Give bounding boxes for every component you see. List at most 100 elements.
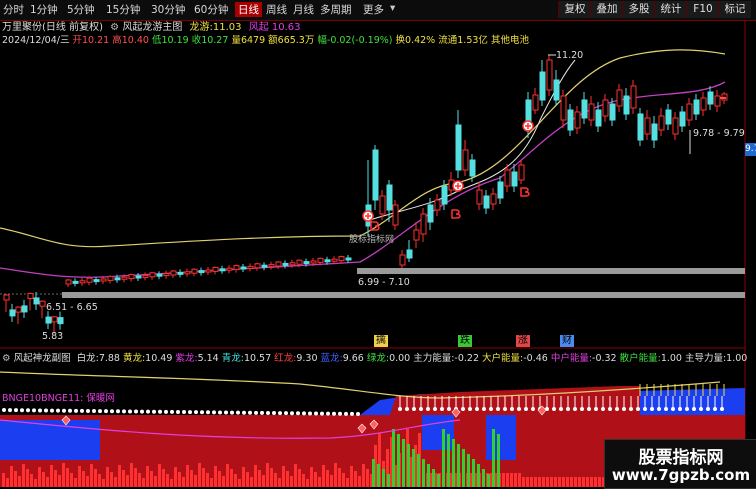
sub-white-dot <box>573 407 577 411</box>
sub-white-dot <box>314 411 318 416</box>
sub-white-dot <box>128 409 132 414</box>
sub-white-dot <box>296 411 300 416</box>
sub-white-dot <box>531 407 535 411</box>
candle-body <box>518 164 525 181</box>
sub-white-dot <box>552 407 556 411</box>
sub-volume-bar <box>278 478 281 487</box>
sub-white-dot <box>692 407 696 411</box>
sub-white-dot <box>146 409 150 414</box>
sub-volume-bar <box>130 463 133 487</box>
watermark-box: 股票指标网 www.7gpzb.com <box>604 439 756 489</box>
candle-body <box>21 305 28 313</box>
candle-body <box>644 117 651 135</box>
sub-volume-bar <box>146 466 149 487</box>
range-left-label: 6.51 - 6.65 <box>46 302 98 313</box>
candle-body <box>142 274 149 278</box>
candle-body <box>33 297 40 305</box>
candle-body <box>128 274 135 280</box>
candle-body <box>693 99 700 115</box>
sub-volume-bar <box>14 471 17 487</box>
sub-volume-bar <box>314 472 317 487</box>
candle-body <box>546 59 553 91</box>
sub-white-dot <box>559 407 563 411</box>
sub-green-bar <box>487 474 490 487</box>
sub-white-dot <box>664 407 668 411</box>
sub-white-dot <box>433 407 437 411</box>
sub-white-dot <box>629 407 633 411</box>
sub-white-dot <box>426 407 430 411</box>
sub-volume-bar <box>574 477 577 487</box>
candle-body <box>532 94 539 111</box>
sub-volume-bar <box>26 469 29 487</box>
sub-white-dot <box>116 409 120 414</box>
sub-white-dot <box>98 409 102 414</box>
sub-volume-bar <box>226 464 229 487</box>
sub-volume-bar <box>18 476 21 487</box>
sub-green-bar <box>472 459 475 487</box>
sub-green-bar <box>422 459 425 487</box>
candle-body <box>219 268 226 272</box>
candle-body <box>574 111 581 129</box>
sub-volume-bar <box>306 479 309 487</box>
candle-body <box>651 123 658 141</box>
sub-volume-bar <box>150 471 153 487</box>
sub-green-bar <box>412 449 415 487</box>
candle-body <box>469 159 476 177</box>
sub-volume-bar <box>274 473 277 487</box>
candle-body <box>57 317 64 325</box>
sub-volume-bar <box>318 477 321 487</box>
candle-body <box>616 89 623 107</box>
candle-body <box>45 316 52 324</box>
sub-white-dot <box>447 407 451 411</box>
sub-white-dot <box>194 410 198 415</box>
sub-item-value: 1.00 <box>660 353 682 364</box>
sub-white-dot <box>164 409 168 414</box>
sub-volume-bar <box>366 469 369 487</box>
sub-volume-bar <box>290 476 293 487</box>
sub-green-bar <box>437 474 440 487</box>
candle-body <box>420 213 427 235</box>
signal-qin: 擒 <box>374 335 388 347</box>
candle-body <box>602 99 609 117</box>
sub-gear-icon[interactable]: ⚙ <box>2 353 11 364</box>
candle-body <box>86 277 93 283</box>
b-signal-icon <box>451 209 461 219</box>
candle-body <box>289 262 296 266</box>
sub-volume-bar <box>106 467 109 487</box>
sub-white-dot <box>206 410 210 415</box>
sub-green-bar <box>402 439 405 487</box>
sub-title[interactable]: 风起神龙副图 <box>14 353 71 364</box>
sub-green-bar <box>427 464 430 487</box>
candle-body <box>65 279 72 285</box>
sub-white-dot <box>86 408 90 413</box>
sub-item-label: 大户能量: <box>482 353 524 364</box>
sub-volume-bar <box>82 471 85 487</box>
sub-white-dot <box>685 407 689 411</box>
sub-volume-bar <box>570 477 573 487</box>
sub-white-dot <box>80 408 84 413</box>
sub-volume-bar <box>122 470 125 487</box>
sub-volume-bar <box>114 477 117 487</box>
sub-white-dot <box>587 407 591 411</box>
high-price-label: 11.20 <box>556 50 584 61</box>
candle-body <box>483 195 490 209</box>
sub-white-dot <box>230 410 234 415</box>
sub-volume-bar <box>142 478 145 487</box>
sub-white-dot <box>188 410 192 415</box>
sub-white-dot <box>699 407 703 411</box>
sub-volume-bar <box>250 477 253 487</box>
sub-volume-bar <box>242 467 245 487</box>
sub-white-dot <box>272 411 276 416</box>
candle-body <box>261 264 268 268</box>
sub-white-dot <box>134 409 138 414</box>
sub-volume-bar <box>554 477 557 487</box>
sub-white-dot <box>344 411 348 416</box>
sub-volume-bar <box>58 475 61 487</box>
sub-volume-bar <box>42 472 45 487</box>
right-price-tag: 9.7 <box>745 143 756 156</box>
support-band <box>357 268 745 274</box>
sub-volume-bar <box>266 463 269 487</box>
sub-white-dot <box>356 411 360 416</box>
sub-volume-bar <box>182 477 185 487</box>
sub-volume-bar <box>214 466 217 487</box>
